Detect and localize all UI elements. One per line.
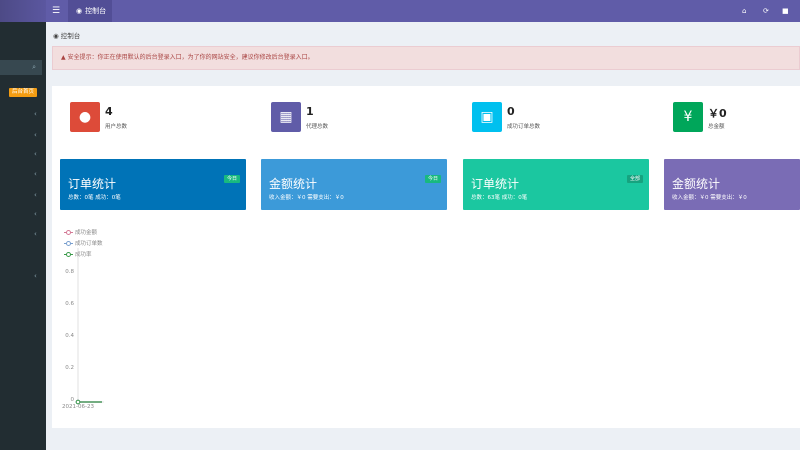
chevron-left-icon[interactable]: ‹ [34,191,37,199]
stat-box-amount-all: 金额统计 收入金额：￥0 需要支出：￥0 [664,159,800,210]
users-icon: ● [70,102,100,132]
stat-box-badge: 今日 [424,175,441,183]
yen-icon: ¥ [673,102,703,132]
chevron-left-icon[interactable]: ‹ [34,110,37,118]
stat-box-orders-all: 订单统计 全部 总数：63笔 成功：0笔 [463,159,649,210]
sidebar-home-badge[interactable]: 后台首页 [9,88,38,97]
stat-box-title: 金额统计 [269,177,318,191]
chevron-left-icon[interactable]: ‹ [34,210,37,218]
dashboard-icon: ◉ [76,7,83,15]
info-box-label: 用户总数 [105,124,128,130]
chevron-left-icon[interactable]: ‹ [34,230,37,238]
stat-box-summary: 总数：63笔 成功：0笔 [471,195,528,201]
alert-text: 安全提示：你正在使用默认的后台登录入口，为了你的网站安全，建议你修改后台登录入口… [67,54,314,61]
id-card-icon: ▦ [271,102,301,132]
chevron-left-icon[interactable]: ‹ [34,272,37,280]
chevron-left-icon[interactable]: ‹ [34,131,37,139]
stat-box-title: 订单统计 [471,177,520,191]
stat-box-amount-today: 金额统计 今日 收入金额：￥0 需要支出：￥0 [261,159,447,210]
info-box-label: 成功订单总数 [507,124,541,130]
chevron-left-icon[interactable]: ‹ [34,150,37,158]
info-box-label: 总金额 [708,124,725,130]
refresh-icon[interactable]: ⟳ [763,5,769,17]
top-navbar: ☰ ◉ 控制台 ⌂ ⟳ ■ [46,0,800,22]
chart-plot-area [75,248,104,405]
breadcrumb-label: 控制台 [60,32,81,40]
stat-box-summary: 收入金额：￥0 需要支出：￥0 [672,195,747,201]
stat-box-orders-today: 订单统计 今日 总数：0笔 成功：0笔 [60,159,246,210]
search-icon[interactable]: ⌕ [32,63,36,72]
data-point[interactable] [75,399,81,405]
sidebar-logo-strip [0,0,46,22]
info-box-value: 1 [306,105,314,118]
tab-dashboard[interactable]: ◉ 控制台 [68,0,113,22]
warning-icon: ▲ [61,54,66,61]
stat-box-summary: 收入金额：￥0 需要支出：￥0 [269,195,344,201]
sidebar-search[interactable]: ⌕ [0,60,42,75]
hamburger-icon[interactable]: ☰ [52,5,62,17]
info-box-label: 代理总数 [306,124,329,130]
chevron-left-icon[interactable]: ‹ [34,170,37,178]
stat-box-summary: 总数：0笔 成功：0笔 [68,195,121,201]
breadcrumb: ◉ 控制台 [53,30,80,40]
sidebar: ⌕ 后台首页 ‹ ‹ ‹ ‹ ‹ ‹ ‹ ‹ [0,0,46,450]
info-box-value: ￥0 [708,107,727,120]
info-box-value: 0 [507,105,515,118]
stat-box-title: 订单统计 [68,177,117,191]
security-alert: ▲ 安全提示：你正在使用默认的后台登录入口，为了你的网站安全，建议你修改后台登录入… [52,46,800,70]
line-chart: 成功金额 成功订单数 成功率 0.8 0.6 0.4 0.2 0 2021-06… [52,224,172,414]
stat-box-badge: 今日 [223,175,240,183]
info-box-value: 4 [105,105,113,118]
trash-icon[interactable]: ■ [782,5,789,17]
dashboard-icon: ◉ [53,32,59,40]
tab-label: 控制台 [85,7,107,15]
stat-box-badge: 全部 [626,175,643,183]
stat-box-title: 金额统计 [672,177,721,191]
shopping-bag-icon: ▣ [472,102,502,132]
home-icon[interactable]: ⌂ [742,5,746,17]
